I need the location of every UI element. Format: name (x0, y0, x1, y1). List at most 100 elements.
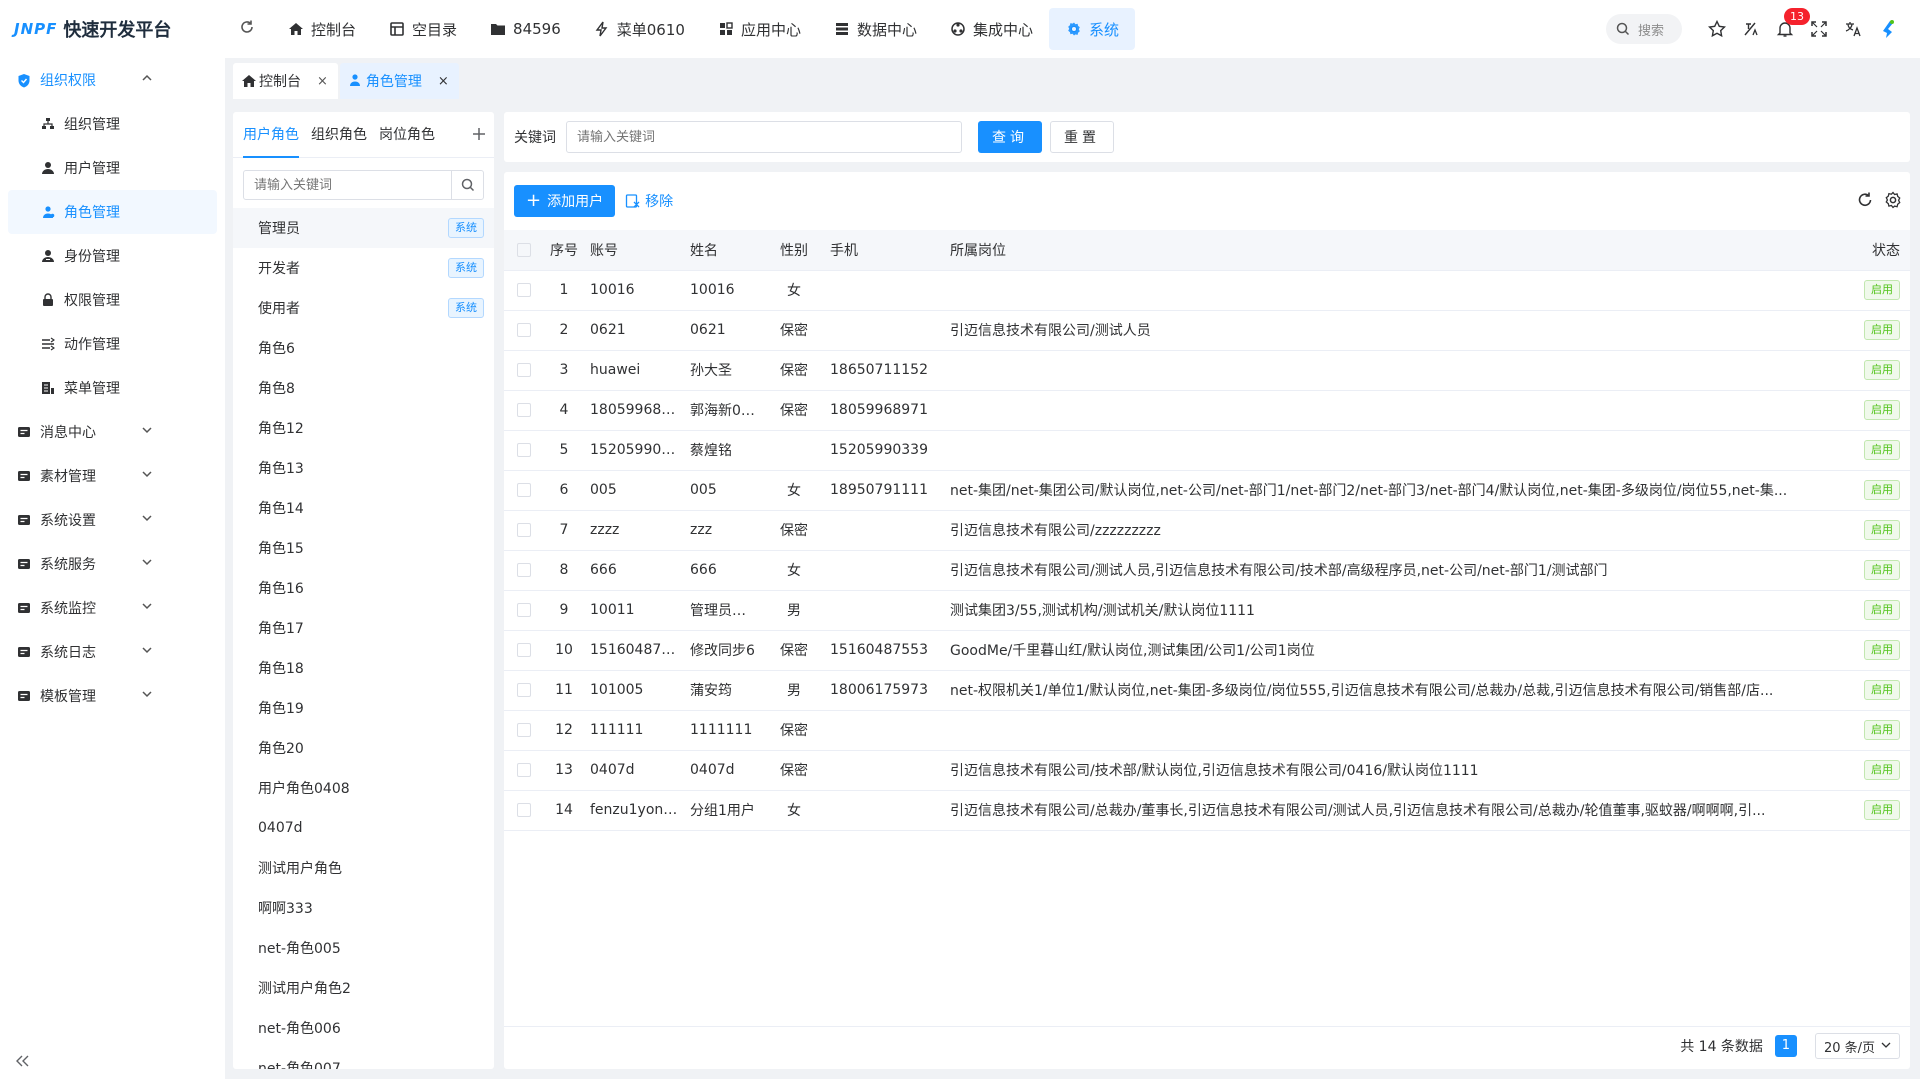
role-list-item[interactable]: 角色19 (233, 688, 494, 728)
top-nav-item-4[interactable]: 应用中心 (701, 8, 817, 50)
reload-icon[interactable] (1856, 191, 1874, 209)
table-row[interactable]: 11 101005 蒲安筠男 18006175973 net-权限机关1/单位1/默认岗… (504, 670, 1910, 711)
sidebar-item-menu[interactable]: 菜单管理 (0, 366, 225, 410)
keyword-input[interactable] (566, 121, 962, 153)
top-nav-item-7[interactable]: 系统 (1048, 8, 1135, 50)
page-size-select[interactable]: 20 条/页 (1814, 1033, 1900, 1059)
row-checkbox[interactable] (504, 630, 544, 671)
role-list-item[interactable]: net-角色005 (233, 928, 494, 968)
tab-dashboard[interactable]: 控制台 × (233, 63, 338, 99)
add-role-icon[interactable] (472, 124, 486, 144)
row-checkbox[interactable] (504, 750, 544, 791)
table-row[interactable]: 3 huawei 孙大圣 保密 18650711152 启用 (504, 350, 1910, 391)
top-nav-item-5[interactable]: 数据中心 (817, 8, 933, 50)
sidebar-group-system-service[interactable]: 系统服务 (0, 542, 225, 586)
collapse-sidebar-icon[interactable] (16, 1052, 30, 1071)
role-list-item[interactable]: net-角色006 (233, 1008, 494, 1048)
table-row[interactable]: 7 zzzz zzz 保密 引迈信息技术有限公司/zzzzzzzzz 启用 (504, 510, 1910, 551)
translate-style-icon[interactable] (1734, 12, 1768, 46)
table-row[interactable]: 6 005 005 女 18950791111 net-集团/net-集团公司/默认岗位,… (504, 470, 1910, 511)
role-list-item[interactable]: 角色12 (233, 408, 494, 448)
role-list-item[interactable]: 管理员 系统 (233, 208, 494, 248)
role-list-item[interactable]: 角色8 (233, 368, 494, 408)
table-row[interactable]: 1 10016 10016 女启用 (504, 270, 1910, 311)
sidebar-group-material[interactable]: 素材管理 (0, 454, 225, 498)
sidebar-group-log[interactable]: 系统日志 (0, 630, 225, 674)
close-icon[interactable]: × (438, 74, 449, 89)
row-checkbox[interactable] (504, 510, 544, 551)
table-row[interactable]: 12 111111 1111111 保密 启用 (504, 710, 1910, 751)
role-list-item[interactable]: 用户角色0408 (233, 768, 494, 808)
sidebar-item-identity[interactable]: 身份管理 (0, 234, 225, 278)
role-list-item[interactable]: 角色13 (233, 448, 494, 488)
tab-role-management[interactable]: 角色管理 × (339, 63, 459, 99)
sidebar-item-org-tree[interactable]: 组织管理 (0, 102, 225, 146)
tab-org-role[interactable]: 组织角色 (311, 112, 367, 158)
role-list-item[interactable]: 角色20 (233, 728, 494, 768)
row-checkbox[interactable] (504, 390, 544, 431)
role-list-item[interactable]: 角色17 (233, 608, 494, 648)
row-checkbox[interactable] (504, 550, 544, 591)
sidebar-group-system-settings[interactable]: 系统设置 (0, 498, 225, 542)
tab-post-role[interactable]: 岗位角色 (379, 112, 435, 158)
row-checkbox[interactable] (504, 670, 544, 711)
language-icon[interactable] (1836, 12, 1870, 46)
role-list-item[interactable]: 开发者 系统 (233, 248, 494, 288)
row-checkbox[interactable] (504, 270, 544, 311)
top-nav-item-0[interactable]: 控制台 (271, 8, 372, 50)
page-1-button[interactable]: 1 (1774, 1035, 1797, 1057)
top-nav-item-6[interactable]: 集成中心 (933, 8, 1049, 50)
sidebar-item-user[interactable]: 用户管理 (0, 146, 225, 190)
sidebar-group-message[interactable]: 消息中心 (0, 410, 225, 454)
table-row[interactable]: 5 15205990339 蔡煌铭 15205990339 启用 (504, 430, 1910, 471)
row-checkbox[interactable] (504, 590, 544, 631)
table-row[interactable]: 13 0407d 0407d 保密 引迈信息技术有限公司/技术部/默认岗位,引迈信息技术… (504, 750, 1910, 791)
row-checkbox[interactable] (504, 350, 544, 391)
role-list-item[interactable]: 角色6 (233, 328, 494, 368)
settings-icon[interactable] (1884, 191, 1902, 209)
role-list-item[interactable]: 使用者 系统 (233, 288, 494, 328)
tab-user-role[interactable]: 用户角色 (243, 112, 299, 158)
role-list-item[interactable]: 角色15 (233, 528, 494, 568)
role-list-item[interactable]: 角色16 (233, 568, 494, 608)
user-avatar-icon[interactable] (1870, 12, 1904, 46)
search-button[interactable]: 查询 (978, 121, 1042, 153)
role-list-item[interactable]: 0407d (233, 808, 494, 848)
global-search[interactable]: 搜索 (1606, 14, 1682, 44)
table-row[interactable]: 10 15160487553 修改同步6 保密 15160487553 GoodMe/千里… (504, 630, 1910, 671)
star-icon[interactable] (1700, 12, 1734, 46)
role-list-item[interactable]: net-角色007 (233, 1048, 494, 1069)
sidebar-item-role[interactable]: 角色管理 (8, 190, 217, 234)
table-row[interactable]: 14 fenzu1yong... 分组1用户女 引迈信息技术有限公司/总裁办/董事长,… (504, 790, 1910, 831)
table-row[interactable]: 418059968971郭海新0609...保密18059968971启用 (504, 390, 1910, 431)
sidebar-item-lock[interactable]: 权限管理 (0, 278, 225, 322)
fullscreen-icon[interactable] (1802, 12, 1836, 46)
app-logo[interactable]: JNPF 快速开发平台 (0, 16, 235, 42)
sidebar-group-monitor[interactable]: 系统监控 (0, 586, 225, 630)
sidebar-group-template[interactable]: 模板管理 (0, 674, 225, 718)
role-search-input[interactable] (244, 171, 451, 199)
add-user-button[interactable]: + 添加用户 (514, 185, 616, 217)
table-row[interactable]: 8 666 666 女引迈信息技术有限公司/测试人员,引迈信息技术有限公司/技术部/高… (504, 550, 1910, 591)
role-list-item[interactable]: 角色18 (233, 648, 494, 688)
table-row[interactable]: 9 10011 管理员角色男 测试集团3/55,测试机构/测试机关/默认岗位1111 启… (504, 590, 1910, 631)
top-nav-item-2[interactable]: 84596 (473, 8, 577, 50)
close-icon[interactable]: × (317, 74, 328, 89)
role-list-item[interactable]: 啊啊333 (233, 888, 494, 928)
remove-button[interactable]: 移除 (625, 191, 673, 211)
row-checkbox[interactable] (504, 710, 544, 751)
sidebar-item-action[interactable]: 动作管理 (0, 322, 225, 366)
row-checkbox[interactable] (504, 310, 544, 351)
top-nav-item-3[interactable]: 菜单0610 (577, 8, 701, 50)
reset-button[interactable]: 重置 (1050, 121, 1114, 153)
role-list-item[interactable]: 测试用户角色2 (233, 968, 494, 1008)
role-list-item[interactable]: 角色14 (233, 488, 494, 528)
bell-icon[interactable]: 13 (1768, 8, 1810, 46)
refresh-icon[interactable] (235, 19, 259, 40)
role-list-item[interactable]: 测试用户角色 (233, 848, 494, 888)
row-checkbox[interactable] (504, 430, 544, 471)
sidebar-group-org-permission[interactable]: 组织权限 (0, 58, 225, 102)
table-row[interactable]: 2 0621 0621 保密 引迈信息技术有限公司/测试人员 启用 (504, 310, 1910, 351)
row-checkbox[interactable] (504, 790, 544, 831)
top-nav-item-1[interactable]: 空目录 (372, 8, 473, 50)
